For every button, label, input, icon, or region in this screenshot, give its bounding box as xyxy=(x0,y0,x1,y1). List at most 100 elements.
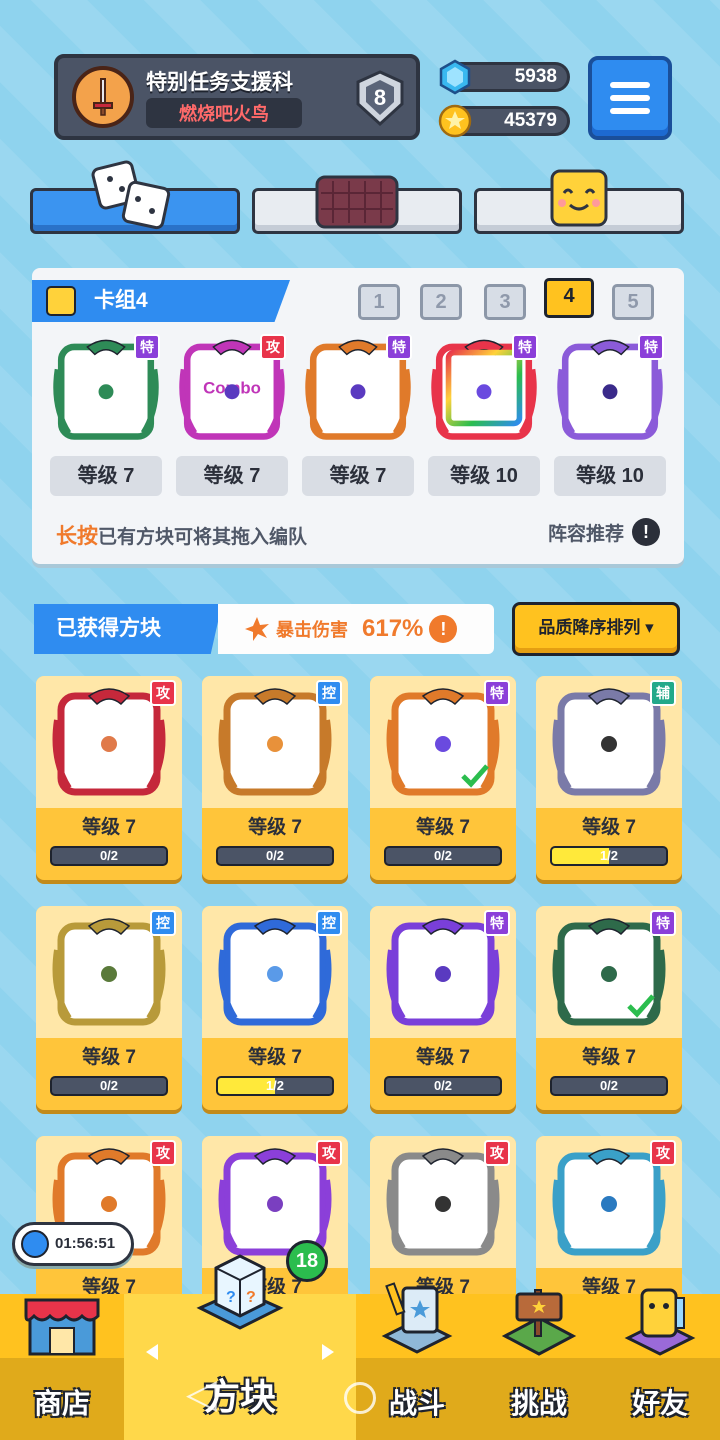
nav-blocks-label: 方块 xyxy=(203,1376,276,1417)
block-level: 等级 7 xyxy=(248,817,302,838)
acquired-blocks-label: 已获得方块 xyxy=(34,604,222,654)
shop-icon xyxy=(24,1298,100,1356)
event-timer[interactable]: 01:56:51 xyxy=(12,1222,134,1266)
nav-challenge-label: 挑战 xyxy=(510,1388,567,1419)
deck-tab-4[interactable]: 4 xyxy=(544,278,594,318)
system-home-icon[interactable] xyxy=(344,1382,376,1414)
nav-blocks[interactable]: ? ? 方块 xyxy=(124,1254,356,1440)
deck-slot-level: 等级 7 xyxy=(302,456,414,496)
notification-badge: 18 xyxy=(286,1240,328,1282)
block-type-tag: 攻 xyxy=(650,1140,676,1166)
block-type-tag: 攻 xyxy=(316,1140,342,1166)
mystery-cube-icon: ? ? xyxy=(196,1254,284,1330)
deck-panel: 卡组4 1 2 3 4 5 特等级 7 Combo 攻等级 7 xyxy=(32,268,684,564)
block-type-tag: 控 xyxy=(150,910,176,936)
pencil-icon[interactable] xyxy=(46,286,76,316)
drag-hint: 长按已有方块可将其拖入编队 xyxy=(56,525,308,548)
bottom-nav: 商店 ? ? 方块 战斗 挑战 好友 xyxy=(0,1254,720,1440)
gem-counter[interactable]: 5938 xyxy=(439,59,570,95)
avatar[interactable] xyxy=(72,66,134,128)
block-card[interactable]: 特 等级 7 0/2 xyxy=(370,676,516,880)
burst-icon xyxy=(245,617,269,641)
block-card[interactable]: 特 等级 7 0/2 xyxy=(370,906,516,1110)
block-level: 等级 7 xyxy=(582,1047,636,1068)
crit-damage-label: 暴击伤害 xyxy=(276,620,348,640)
crit-damage-value: 617% xyxy=(362,615,424,642)
deck-slot[interactable]: 特 xyxy=(428,332,540,444)
menu-icon xyxy=(610,82,650,88)
block-card[interactable]: 控 等级 7 0/2 xyxy=(202,676,348,880)
deck-tab-1[interactable]: 1 xyxy=(358,284,400,320)
block-type-tag: 攻 xyxy=(150,1140,176,1166)
block-type-tag: 特 xyxy=(484,680,510,706)
block-type-tag: 攻 xyxy=(150,680,176,706)
upgrade-progress: 1/2 xyxy=(216,1076,334,1096)
sort-dropdown[interactable]: 品质降序排列 ▾ xyxy=(512,602,680,656)
profile-card[interactable]: 特别任务支援科 燃烧吧火鸟 8 xyxy=(54,54,420,140)
block-level: 等级 7 xyxy=(82,1047,136,1068)
upgrade-progress: 0/2 xyxy=(384,1076,502,1096)
gem-count: 5938 xyxy=(514,66,557,87)
nav-next-arrow-icon[interactable] xyxy=(322,1344,334,1360)
deck-slot[interactable]: 特 xyxy=(50,332,162,444)
stopwatch-icon xyxy=(21,1230,49,1258)
block-card[interactable]: 攻 等级 7 0/2 xyxy=(36,676,182,880)
tab-board[interactable] xyxy=(252,175,462,234)
deck-tab-2[interactable]: 2 xyxy=(420,284,462,320)
nav-challenge[interactable]: 挑战 xyxy=(478,1289,600,1440)
star-coin-icon xyxy=(438,104,472,138)
smiley-block-icon xyxy=(550,169,608,227)
deck-label: 卡组4 xyxy=(32,280,290,322)
block-type-tag: 特 xyxy=(134,334,160,360)
block-type-tag: 特 xyxy=(386,334,412,360)
upgrade-progress: 0/2 xyxy=(50,846,168,866)
tab-smiley[interactable] xyxy=(474,169,684,234)
coin-count: 45379 xyxy=(504,110,557,131)
deck-slot[interactable]: Combo 攻 xyxy=(176,332,288,444)
board-icon xyxy=(315,175,399,229)
tab-dice[interactable] xyxy=(30,160,240,234)
nav-battle[interactable]: 战斗 xyxy=(356,1282,478,1440)
deck-slot[interactable]: 特 xyxy=(554,332,666,444)
deck-slot[interactable]: 特 xyxy=(302,332,414,444)
rank-number: 8 xyxy=(373,85,387,110)
nav-prev-arrow-icon[interactable] xyxy=(146,1344,158,1360)
system-back-icon[interactable]: ◁ xyxy=(186,1374,217,1414)
coin-counter[interactable]: 45379 xyxy=(438,104,570,138)
block-card[interactable]: 控 等级 7 0/2 xyxy=(36,906,182,1110)
sword-icon xyxy=(93,78,113,116)
block-type-tag: 辅 xyxy=(650,680,676,706)
lineup-recommend-button[interactable]: 阵容推荐 ! xyxy=(548,518,660,546)
info-icon[interactable]: ! xyxy=(429,615,458,643)
block-card[interactable]: 特 等级 7 0/2 xyxy=(536,906,682,1110)
upgrade-progress: 0/2 xyxy=(384,846,502,866)
dice-icon xyxy=(91,160,171,230)
upgrade-progress: 0/2 xyxy=(216,846,334,866)
nav-shop[interactable]: 商店 xyxy=(0,1294,124,1440)
svg-text:?: ? xyxy=(246,1289,256,1306)
block-type-tag: 特 xyxy=(512,334,538,360)
block-type-tag: 控 xyxy=(316,910,342,936)
block-card[interactable]: 辅 等级 7 1/2 xyxy=(536,676,682,880)
rank-badge[interactable]: 8 xyxy=(350,68,410,128)
upgrade-progress: 0/2 xyxy=(550,1076,668,1096)
battle-icon xyxy=(381,1282,453,1354)
friends-icon xyxy=(624,1288,696,1356)
block-level: 等级 7 xyxy=(416,1047,470,1068)
challenge-icon xyxy=(501,1289,577,1356)
block-type-tag: 攻 xyxy=(484,1140,510,1166)
menu-button[interactable] xyxy=(588,56,672,140)
crit-damage-box[interactable]: 暴击伤害 617% ! xyxy=(218,604,494,654)
block-type-tag: 攻 xyxy=(260,334,286,360)
block-card[interactable]: 控 等级 7 1/2 xyxy=(202,906,348,1110)
block-type-tag: 特 xyxy=(484,910,510,936)
deck-slot-level: 等级 7 xyxy=(176,456,288,496)
upgrade-progress: 1/2 xyxy=(550,846,668,866)
deck-tab-3[interactable]: 3 xyxy=(484,284,526,320)
upgrade-progress: 0/2 xyxy=(50,1076,168,1096)
nav-shop-label: 商店 xyxy=(33,1388,90,1419)
deck-slot-level: 等级 7 xyxy=(50,456,162,496)
nav-friends[interactable]: 好友 xyxy=(600,1288,720,1440)
player-title: 燃烧吧火鸟 xyxy=(146,98,302,128)
deck-tab-5[interactable]: 5 xyxy=(612,284,654,320)
